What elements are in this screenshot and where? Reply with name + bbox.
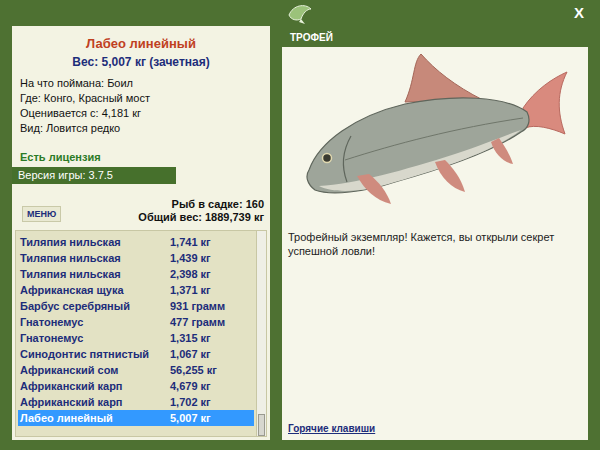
catch-weight: 2,398 кг: [170, 268, 211, 280]
catch-weight: 1,067 кг: [170, 348, 211, 360]
catch-row[interactable]: Африканский карп1,702 кг: [18, 394, 254, 410]
fish-logo-icon: [285, 1, 315, 25]
fish-picture: [282, 47, 588, 222]
catch-name: Гнатонемус: [20, 332, 170, 344]
catch-name: Африканский карп: [20, 380, 170, 392]
catch-panel: Лабео линейный Вес: 5,007 кг (зачетная) На…: [12, 26, 270, 440]
menu-button[interactable]: МЕНЮ: [22, 206, 61, 222]
keepnet-summary: Рыб в садке: 160Общий вес: 1889,739 кг: [138, 198, 264, 224]
trophy-message: Трофейный экземпляр! Кажется, вы открыли…: [282, 222, 588, 423]
catch-row[interactable]: Африканский карп4,679 кг: [18, 378, 254, 394]
scrollbar[interactable]: [256, 231, 266, 436]
catch-name: Синодонтис пятнистый: [20, 348, 170, 360]
catch-name: Тиляпия нильская: [20, 236, 170, 248]
detail-line: Где: Конго, Красный мост: [20, 91, 262, 105]
fish-info: Лабео линейный Вес: 5,007 кг (зачетная) На…: [12, 26, 270, 166]
catch-list: Тиляпия нильская1,741 кгТиляпия нильская…: [15, 230, 267, 437]
fish-weight: Вес: 5,007 кг (зачетная): [20, 55, 262, 69]
catch-row[interactable]: Синодонтис пятнистый1,067 кг: [18, 346, 254, 362]
catch-row[interactable]: Гнатонемус477 грамм: [18, 314, 254, 330]
catch-name: Барбус серебряный: [20, 300, 170, 312]
catch-name: Африканский сом: [20, 364, 170, 376]
content: Лабео линейный Вес: 5,007 кг (зачетная) На…: [12, 26, 588, 440]
catch-name: Гнатонемус: [20, 316, 170, 328]
catch-row[interactable]: Лабео линейный5,007 кг: [18, 410, 254, 426]
catch-weight: 1,371 кг: [170, 284, 211, 296]
catch-weight: 931 грамм: [170, 300, 225, 312]
catch-weight: 1,439 кг: [170, 252, 211, 264]
scroll-thumb[interactable]: [258, 414, 265, 436]
fish-name: Лабео линейный: [20, 36, 262, 51]
catch-weight: 56,255 кг: [170, 364, 217, 376]
catch-weight: 4,679 кг: [170, 380, 211, 392]
catch-rows: Тиляпия нильская1,741 кгТиляпия нильская…: [16, 231, 256, 436]
catch-weight: 5,007 кг: [170, 412, 211, 424]
catch-weight: 1,741 кг: [170, 236, 211, 248]
detail-line: Вид: Ловится редко: [20, 121, 262, 135]
catch-weight: 477 грамм: [170, 316, 225, 328]
catch-name: Тиляпия нильская: [20, 252, 170, 264]
catch-name: Тиляпия нильская: [20, 268, 170, 280]
catch-row[interactable]: Гнатонемус1,315 кг: [18, 330, 254, 346]
keepnet-bar: МЕНЮ Рыб в садке: 160Общий вес: 1889,739 …: [12, 184, 270, 230]
catch-name: Африканская щука: [20, 284, 170, 296]
detail-line: Оценивается с: 4,181 кг: [20, 106, 262, 120]
title-bar: X: [12, 0, 588, 26]
trophy-header: ТРОФЕЙ: [282, 26, 588, 47]
total-weight: Общий вес: 1889,739 кг: [138, 211, 264, 224]
fish-details: На что поймана: БоилГде: Конго, Красный …: [20, 76, 262, 135]
detail-line: На что поймана: Боил: [20, 76, 262, 90]
catch-row[interactable]: Тиляпия нильская1,741 кг: [18, 234, 254, 250]
hotkeys-link[interactable]: Горячие клавиши: [282, 423, 588, 440]
catch-row[interactable]: Африканская щука1,371 кг: [18, 282, 254, 298]
catch-row[interactable]: Тиляпия нильская2,398 кг: [18, 266, 254, 282]
catch-row[interactable]: Африканский сом56,255 кг: [18, 362, 254, 378]
catch-name: Африканский карп: [20, 396, 170, 408]
fish-count: Рыб в садке: 160: [138, 198, 264, 211]
catch-weight: 1,315 кг: [170, 332, 211, 344]
catch-row[interactable]: Тиляпия нильская1,439 кг: [18, 250, 254, 266]
trophy-panel: ТРОФЕЙ Трофейный экземпляр! Кажется, вы о…: [282, 26, 588, 440]
version-bar: Версия игры: 3.7.5: [12, 167, 176, 184]
catch-name: Лабео линейный: [20, 412, 170, 424]
catch-weight: 1,702 кг: [170, 396, 211, 408]
fish-icon: [295, 50, 575, 220]
catch-row[interactable]: Барбус серебряный931 грамм: [18, 298, 254, 314]
close-button[interactable]: X: [570, 4, 588, 21]
license-status: Есть лицензия: [20, 150, 262, 164]
